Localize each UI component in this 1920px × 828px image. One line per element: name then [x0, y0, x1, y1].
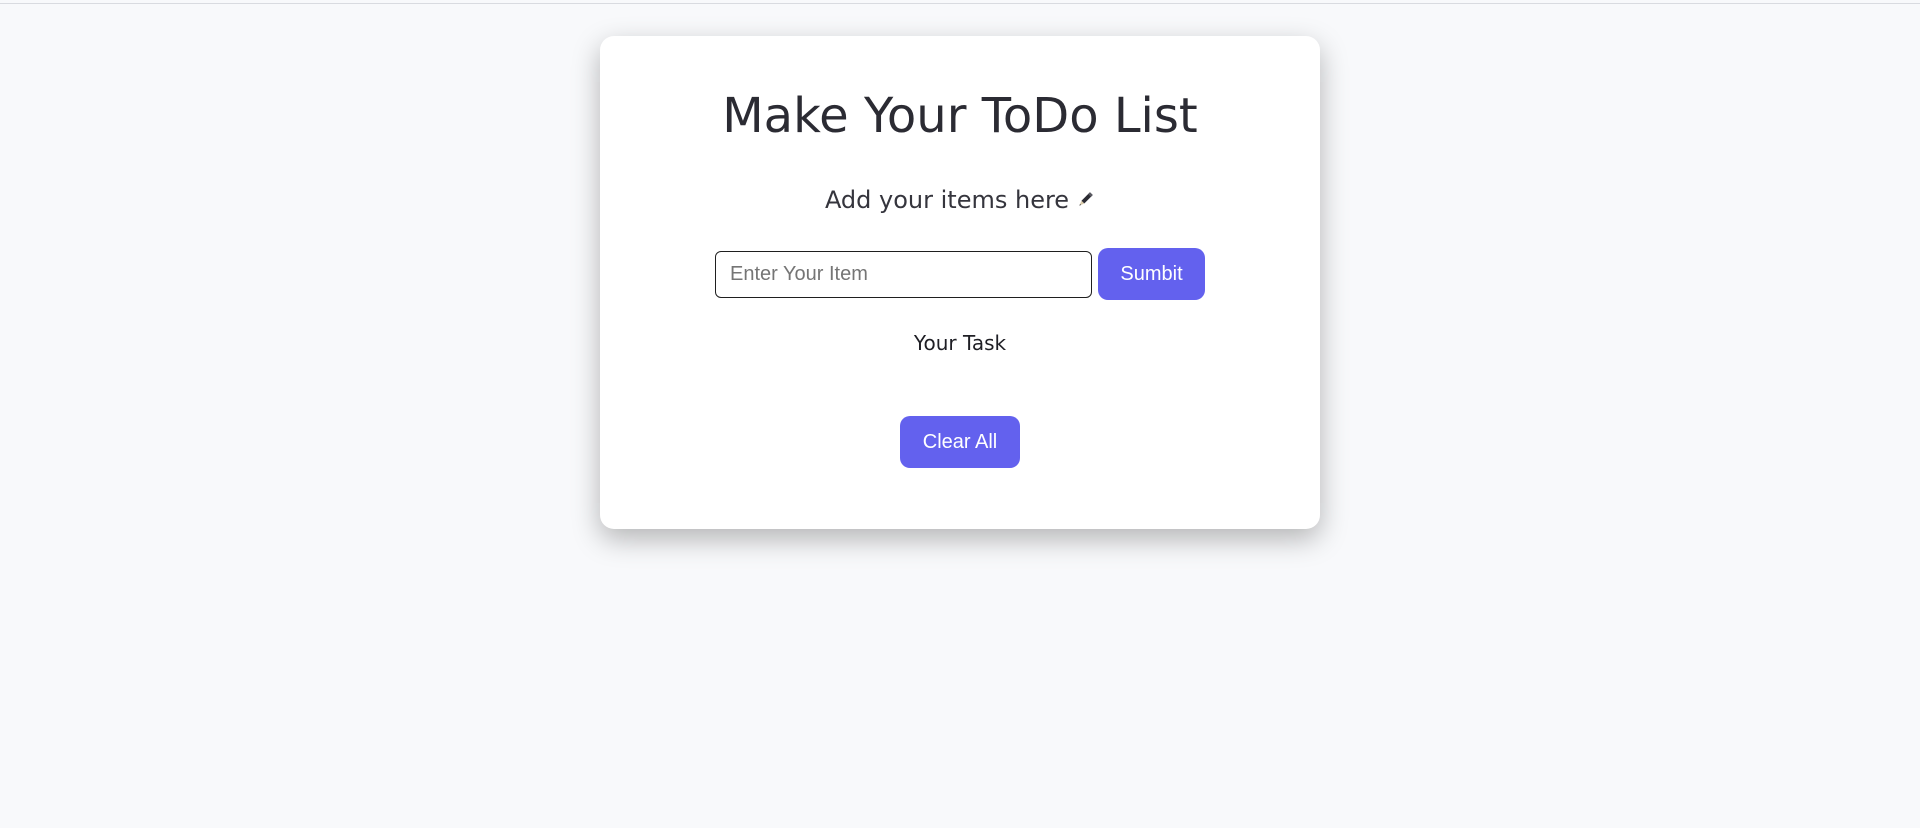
task-list — [715, 368, 1205, 398]
item-input[interactable] — [715, 251, 1092, 298]
task-heading: Your Task — [913, 331, 1007, 355]
pencil-icon — [1075, 190, 1095, 214]
clear-all-button[interactable]: Clear All — [900, 416, 1020, 468]
submit-button[interactable]: Sumbit — [1098, 248, 1205, 300]
page-title: Make Your ToDo List — [722, 88, 1198, 144]
page-subtitle: Add your items here — [0, 188, 1920, 214]
subtitle-text: Add your items here — [824, 186, 1070, 214]
top-divider — [0, 0, 1920, 4]
